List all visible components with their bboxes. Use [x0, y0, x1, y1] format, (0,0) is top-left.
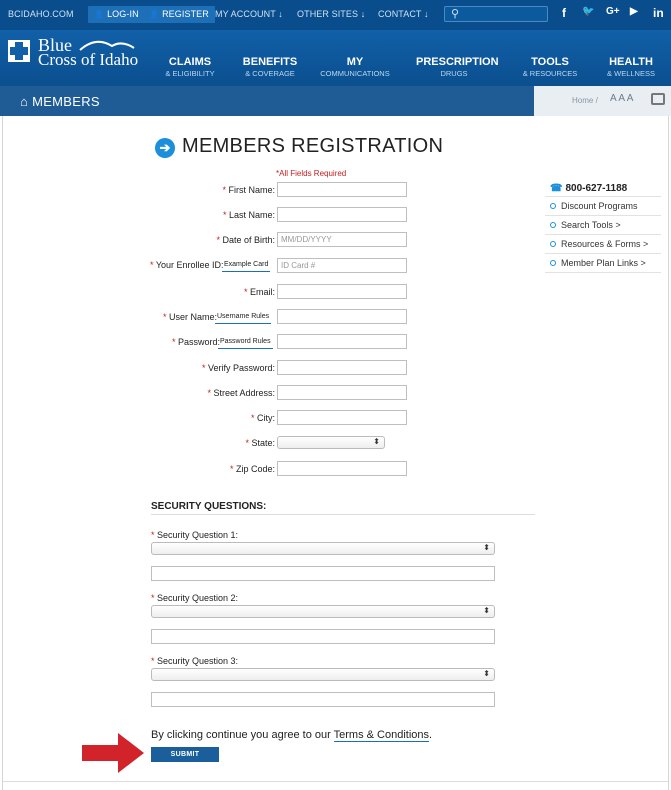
nav-prescription[interactable]: PRESCRIPTION DRUGS	[416, 56, 499, 78]
password-rules-button[interactable]: Password Rules	[218, 337, 273, 349]
required-note: *All Fields Required	[276, 169, 347, 178]
section-title: ⌂ MEMBERS	[20, 94, 100, 109]
username-field[interactable]	[277, 309, 407, 324]
security-question-1-label: * Security Question 1:	[151, 530, 239, 540]
circle-bullet-icon	[550, 203, 556, 209]
security-question-1-select[interactable]: ⬍	[151, 542, 495, 555]
frame-right	[668, 116, 669, 790]
sidebar-item-resources-forms[interactable]: Resources & Forms >	[550, 239, 648, 249]
street-address-field[interactable]	[277, 385, 407, 400]
phone-icon: ☎	[550, 183, 563, 194]
page-title: MEMBERS REGISTRATION	[182, 135, 444, 157]
nav-tools[interactable]: TOOLS & RESOURCES	[519, 56, 581, 78]
search-icon: ⚲	[451, 8, 460, 20]
zip-code-field[interactable]	[277, 461, 407, 476]
nav-health[interactable]: HEALTH & WELLNESS	[596, 56, 666, 78]
search-input[interactable]: ⚲	[444, 6, 548, 22]
city-field[interactable]	[277, 410, 407, 425]
sidebar-divider	[545, 234, 661, 235]
text-size-control[interactable]: A A A	[610, 93, 633, 104]
verify-password-field[interactable]	[277, 360, 407, 375]
sidebar-item-member-plan-links[interactable]: Member Plan Links >	[550, 258, 646, 268]
other-sites-menu[interactable]: OTHER SITES ↓	[297, 9, 365, 19]
contact-menu[interactable]: CONTACT ↓	[378, 9, 429, 19]
terms-link[interactable]: Terms & Conditions	[333, 729, 430, 742]
twitter-icon[interactable]: 🐦	[582, 6, 594, 17]
example-card-button[interactable]: Example Card	[222, 260, 271, 272]
zip-code-label: * Zip Code:	[229, 464, 275, 474]
sidebar-item-search-tools[interactable]: Search Tools >	[550, 220, 621, 230]
sidebar-item-discount-programs[interactable]: Discount Programs	[550, 201, 638, 211]
email-field[interactable]	[277, 284, 407, 299]
arrow-circle-icon: ➔	[155, 138, 175, 158]
password-field[interactable]	[277, 334, 407, 349]
circle-bullet-icon	[550, 222, 556, 228]
blue-cross-logo-icon[interactable]	[8, 40, 30, 62]
state-label: * State:	[245, 438, 275, 448]
nav-benefits[interactable]: BENEFITS & COVERAGE	[240, 56, 300, 78]
sidebar-divider	[545, 196, 661, 197]
select-arrows-icon: ⬍	[483, 606, 490, 615]
section-strip: ⌂ MEMBERS Home / A A A	[0, 86, 671, 116]
login-button[interactable]: 👤 LOG-IN	[88, 6, 145, 23]
site-link[interactable]: BCIDAHO.COM	[8, 9, 74, 19]
register-button[interactable]: 👤 REGISTER	[143, 6, 215, 23]
enrollee-id-field[interactable]: ID Card #	[277, 258, 407, 273]
security-question-2-label: * Security Question 2:	[151, 593, 239, 603]
select-arrows-icon: ⬍	[373, 437, 380, 446]
security-question-3-select[interactable]: ⬍	[151, 668, 495, 681]
security-answer-3-field[interactable]	[151, 692, 495, 707]
first-name-field[interactable]	[277, 182, 407, 197]
circle-bullet-icon	[550, 241, 556, 247]
facebook-icon[interactable]: f	[562, 6, 566, 20]
home-icon: ⌂	[20, 94, 29, 109]
breadcrumb[interactable]: Home /	[572, 96, 598, 105]
sidebar-divider	[545, 253, 661, 254]
dob-field[interactable]: MM/DD/YYYY	[277, 232, 407, 247]
enrollee-id-label: * Your Enrollee ID:	[150, 260, 224, 270]
top-utility-bar: BCIDAHO.COM 👤 LOG-IN 👤 REGISTER MY ACCOUNT…	[0, 0, 671, 30]
street-address-label: * Street Address:	[207, 388, 275, 398]
red-arrow-icon	[82, 733, 144, 773]
password-label: * Password:	[172, 337, 221, 347]
my-account-menu[interactable]: MY ACCOUNT ↓	[215, 9, 283, 19]
page-tools: Home / A A A	[534, 86, 671, 116]
last-name-field[interactable]	[277, 207, 407, 222]
security-question-3-label: * Security Question 3:	[151, 656, 239, 666]
submit-button[interactable]: SUBMIT	[151, 747, 219, 762]
main-header: Blue Cross of Idaho CLAIMS & ELIGIBILITY…	[0, 30, 671, 86]
user-icon: 👤	[149, 10, 160, 19]
security-answer-2-field[interactable]	[151, 629, 495, 644]
sidebar-divider	[545, 215, 661, 216]
last-name-label: * Last Name:	[222, 210, 275, 220]
linkedin-icon[interactable]: in	[653, 6, 664, 20]
footer-divider	[3, 781, 668, 782]
first-name-label: * First Name:	[222, 185, 275, 195]
frame-left	[2, 116, 3, 790]
phone-number[interactable]: ☎ 800-627-1188	[550, 183, 627, 194]
verify-password-label: * Verify Password:	[201, 363, 275, 373]
user-icon: 👤	[94, 10, 105, 19]
security-questions-heading: SECURITY QUESTIONS:	[151, 501, 267, 512]
security-answer-1-field[interactable]	[151, 566, 495, 581]
select-arrows-icon: ⬍	[483, 543, 490, 552]
google-plus-icon[interactable]: G+	[606, 6, 620, 17]
username-label: * User Name:	[163, 312, 218, 322]
logo-text-sub: Cross of Idaho	[38, 50, 139, 69]
state-select[interactable]: ⬍	[277, 436, 385, 449]
security-question-2-select[interactable]: ⬍	[151, 605, 495, 618]
terms-agreement: By clicking continue you agree to our Te…	[151, 729, 433, 742]
circle-bullet-icon	[550, 260, 556, 266]
sidebar-divider	[545, 272, 661, 273]
security-divider	[151, 514, 535, 515]
print-icon[interactable]	[651, 93, 665, 105]
dob-label: * Date of Birth:	[216, 235, 275, 245]
city-label: * City:	[250, 413, 275, 423]
select-arrows-icon: ⬍	[483, 669, 490, 678]
email-label: * Email:	[243, 287, 275, 297]
username-rules-button[interactable]: Username Rules	[215, 312, 272, 324]
youtube-icon[interactable]: ▶	[630, 6, 638, 17]
nav-my-communications[interactable]: MY COMMUNICATIONS	[320, 56, 390, 78]
nav-claims[interactable]: CLAIMS & ELIGIBILITY	[162, 56, 218, 78]
